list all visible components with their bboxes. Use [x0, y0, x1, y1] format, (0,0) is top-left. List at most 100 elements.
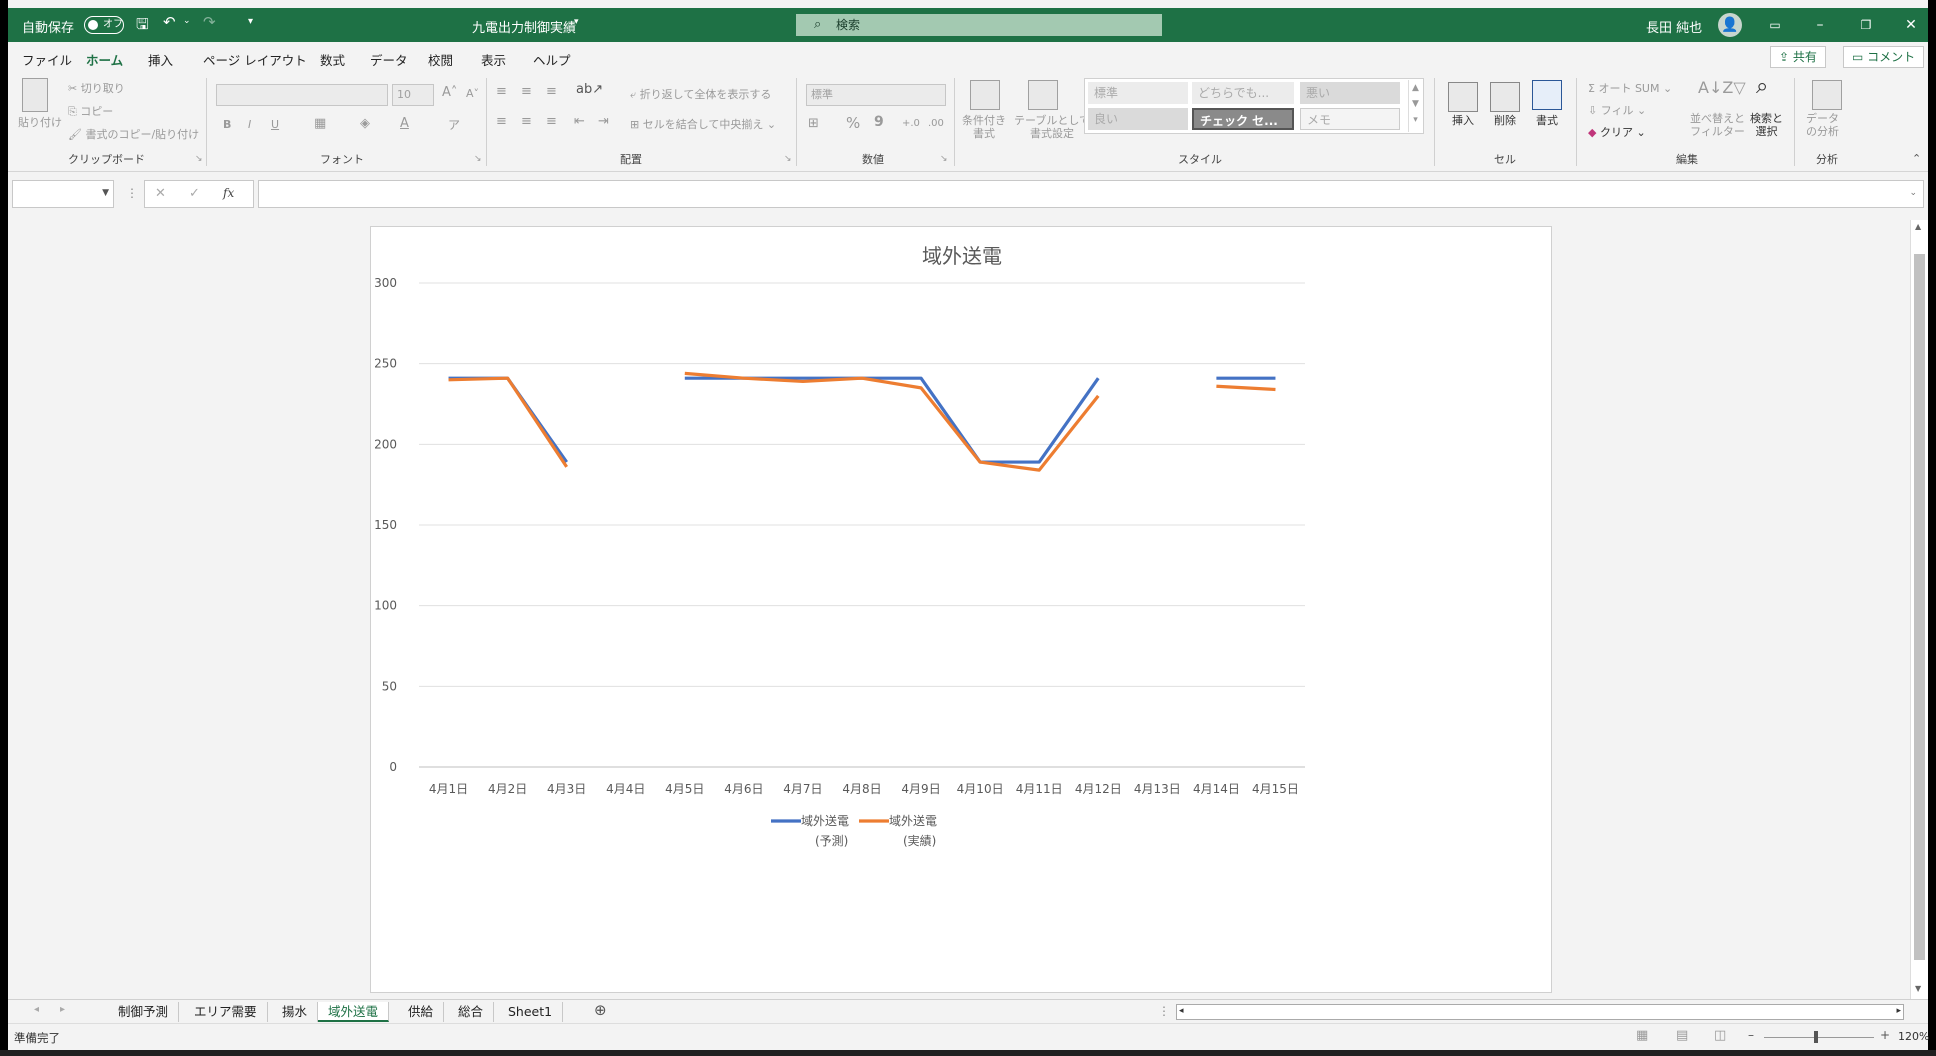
vertical-scrollbar[interactable]: ▲ ▼: [1910, 220, 1928, 999]
style-check-cell[interactable]: チェック セ...: [1192, 108, 1294, 130]
horizontal-scrollbar[interactable]: ◂ ▸: [1176, 1004, 1904, 1020]
tab-home[interactable]: ホーム: [86, 50, 124, 75]
align-middle-icon[interactable]: ≡: [521, 84, 532, 99]
formula-input[interactable]: ⌄: [258, 180, 1924, 208]
phonetic-icon[interactable]: ア: [448, 116, 460, 133]
redo-icon[interactable]: ↷: [203, 13, 216, 31]
delete-cells-button[interactable]: 削除: [1494, 112, 1516, 128]
prev-sheet-icon[interactable]: ◂: [34, 1004, 39, 1015]
font-size-combo[interactable]: 10: [392, 84, 434, 106]
style-neutral[interactable]: どちらでも...: [1192, 82, 1294, 104]
data-analysis-icon[interactable]: [1812, 80, 1842, 110]
increase-indent-icon[interactable]: ⇥: [598, 114, 609, 129]
add-sheet-icon[interactable]: ⊕: [594, 1001, 607, 1019]
vertical-scroll-thumb[interactable]: [1914, 254, 1925, 960]
minimize-icon[interactable]: –: [1805, 14, 1835, 36]
horizontal-scroll-thumb[interactable]: [1193, 1007, 1203, 1017]
style-note[interactable]: メモ: [1300, 108, 1400, 130]
scroll-left-icon[interactable]: ◂: [1179, 1006, 1184, 1016]
format-painter-button[interactable]: 🖌 書式のコピー/貼り付け: [68, 126, 199, 142]
zoom-in-icon[interactable]: +: [1880, 1028, 1890, 1042]
format-as-table-button[interactable]: テーブルとして 書式設定: [1014, 114, 1090, 140]
legend-label[interactable]: (予測): [815, 834, 848, 848]
percent-button[interactable]: %: [846, 114, 860, 132]
undo-icon[interactable]: ↶: [163, 13, 176, 31]
sheet-tab[interactable]: 総合: [448, 1002, 495, 1022]
next-sheet-icon[interactable]: ▸: [60, 1004, 65, 1015]
align-right-icon[interactable]: ≡: [546, 114, 557, 129]
style-good[interactable]: 良い: [1088, 108, 1188, 130]
merge-center-button[interactable]: ⊞ セルを結合して中央揃え ⌄: [630, 116, 776, 132]
increase-decimal-icon[interactable]: +.0: [902, 118, 920, 129]
italic-button[interactable]: I: [248, 118, 251, 131]
style-bad[interactable]: 悪い: [1300, 82, 1400, 104]
sort-filter-icon[interactable]: A↓Z▽: [1698, 78, 1746, 97]
document-title[interactable]: 九電出力制御実績: [472, 17, 576, 36]
sheet-tab[interactable]: Sheet1: [498, 1002, 564, 1022]
scroll-down-icon[interactable]: ▼: [1915, 984, 1921, 993]
cancel-icon[interactable]: ✕: [155, 186, 166, 201]
tab-page-layout[interactable]: ページ レイアウト: [203, 50, 307, 69]
tab-formulas[interactable]: 数式: [320, 50, 345, 69]
insert-function-icon[interactable]: fx: [223, 186, 234, 200]
font-launcher-icon[interactable]: ↘: [474, 154, 482, 164]
sheet-tab[interactable]: エリア需要: [184, 1002, 268, 1022]
alignment-launcher-icon[interactable]: ↘: [784, 154, 792, 164]
close-icon[interactable]: ✕: [1896, 14, 1926, 36]
number-launcher-icon[interactable]: ↘: [940, 154, 948, 164]
title-dropdown-icon[interactable]: ▾: [574, 17, 579, 27]
page-break-view-icon[interactable]: ◫: [1714, 1028, 1726, 1043]
copy-button[interactable]: ⎘ コピー: [68, 103, 113, 119]
decrease-indent-icon[interactable]: ⇤: [574, 114, 585, 129]
conditional-formatting-button[interactable]: 条件付き 書式: [962, 114, 1006, 140]
bold-button[interactable]: B: [223, 118, 231, 131]
sheet-area[interactable]: 域外送電 0 50 100 150 200 250 300 4月1日 4月2日 4月3日 4月4日…: [8, 220, 1928, 999]
align-center-icon[interactable]: ≡: [521, 114, 532, 129]
legend-label[interactable]: 域外送電: [801, 813, 849, 828]
delete-cells-icon[interactable]: [1490, 82, 1520, 112]
insert-cells-button[interactable]: 挿入: [1452, 112, 1474, 128]
paste-button[interactable]: 貼り付け: [18, 114, 62, 130]
insert-cells-icon[interactable]: [1448, 82, 1478, 112]
expand-formula-icon[interactable]: ⌄: [1909, 188, 1917, 198]
save-icon[interactable]: 🖫: [136, 14, 149, 39]
decrease-decimal-icon[interactable]: .00: [928, 118, 944, 129]
styles-scroll[interactable]: ▲ ▼ ▾: [1408, 80, 1422, 132]
format-cells-icon[interactable]: [1532, 80, 1562, 110]
data-analysis-button[interactable]: データ の分析: [1806, 112, 1839, 138]
name-box-dropdown-icon[interactable]: ▼: [102, 188, 109, 198]
tab-help[interactable]: ヘルプ: [533, 50, 571, 69]
scroll-up-icon[interactable]: ▲: [1915, 222, 1921, 231]
series-line-actual[interactable]: [448, 376, 568, 468]
customize-toolbar-icon[interactable]: ▾: [248, 16, 253, 27]
clipboard-launcher-icon[interactable]: ↘: [195, 154, 203, 164]
legend-label[interactable]: (実績): [903, 833, 936, 848]
sort-filter-button[interactable]: 並べ替えと フィルター: [1690, 112, 1745, 138]
decrease-font-icon[interactable]: A˅: [466, 87, 479, 100]
collapse-ribbon-icon[interactable]: ⌃: [1912, 152, 1921, 165]
increase-font-icon[interactable]: A˄: [442, 85, 457, 100]
share-button[interactable]: ⇪ 共有: [1770, 46, 1826, 68]
comma-button[interactable]: 9: [874, 114, 884, 130]
undo-dropdown-icon[interactable]: ⌄: [183, 16, 191, 26]
page-layout-view-icon[interactable]: ▤: [1676, 1028, 1688, 1043]
avatar[interactable]: 👤: [1718, 13, 1742, 37]
name-box[interactable]: ▼: [12, 180, 114, 208]
sheet-tab[interactable]: 供給: [398, 1002, 445, 1022]
borders-icon[interactable]: ▦: [314, 116, 326, 131]
format-cells-button[interactable]: 書式: [1536, 112, 1558, 128]
sheet-tab[interactable]: 揚水: [272, 1002, 319, 1022]
paste-icon[interactable]: [22, 78, 48, 112]
chart[interactable]: 域外送電 0 50 100 150 200 250 300 4月1日 4月2日 4月3日 4月4日…: [370, 226, 1552, 993]
user-name[interactable]: 長田 純也: [1646, 17, 1702, 36]
series-line-forecast[interactable]: [448, 376, 568, 464]
cut-button[interactable]: ✂ 切り取り: [68, 80, 125, 96]
sheet-tab-active[interactable]: 域外送電: [318, 1002, 390, 1022]
series-line-actual[interactable]: [684, 371, 1100, 472]
legend-label[interactable]: 域外送電: [889, 813, 937, 828]
tab-data[interactable]: データ: [370, 50, 408, 69]
zoom-slider[interactable]: [1764, 1037, 1874, 1038]
align-top-icon[interactable]: ≡: [496, 84, 507, 99]
tab-file[interactable]: ファイル: [22, 50, 72, 69]
currency-icon[interactable]: ⊞: [808, 116, 819, 131]
